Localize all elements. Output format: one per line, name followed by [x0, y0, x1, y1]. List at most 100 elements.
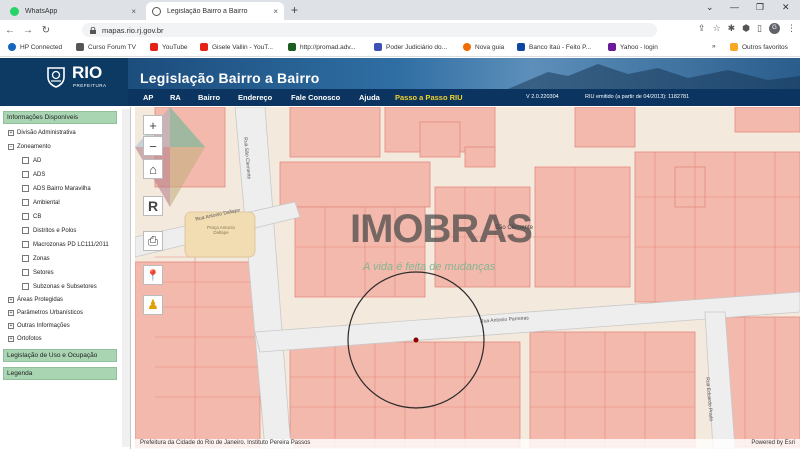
checkbox[interactable] [22, 213, 29, 220]
layer-checkbox-item[interactable]: Macrozonas PD LC111/2011 [22, 241, 109, 248]
layer-checkbox-item[interactable]: Zonas [22, 255, 50, 262]
other-bookmarks[interactable]: Outros favoritos [730, 43, 788, 51]
map-view[interactable]: IMOBRAS A vida é feita de mudanças Rua S… [135, 107, 800, 449]
menu-ajuda[interactable]: Ajuda [359, 93, 380, 102]
tree-item[interactable]: − Zoneamento [8, 144, 51, 150]
version-label: V 2.0.220304 [526, 94, 559, 100]
expand-icon[interactable]: + [8, 130, 14, 136]
menu-passo-a-passo[interactable]: Passo a Passo RIU [395, 93, 463, 102]
sidebar-scrollbar[interactable] [122, 109, 130, 447]
navigation-bar: ← → ↻ mapas.rio.rj.gov.br ⇪ ☆ ✱ ⬢ ▯ G ⋮ [0, 20, 800, 40]
checkbox[interactable] [22, 269, 29, 276]
checkbox[interactable] [22, 185, 29, 192]
tree-item[interactable]: + Ortofotos [8, 336, 42, 342]
panel-informacoes[interactable]: Informações Disponíveis [3, 111, 117, 124]
menu-bairro[interactable]: Bairro [198, 93, 220, 102]
toolbar-icons: ⇪ ☆ ✱ ⬢ ▯ G ⋮ [698, 23, 796, 34]
r-tool-button[interactable]: R [143, 196, 163, 216]
checkbox[interactable] [22, 157, 29, 164]
star-icon[interactable]: ☆ [713, 23, 721, 34]
map-attribution: Prefeitura da Cidade do Rio de Janeiro. … [135, 439, 800, 449]
plaza-label: Praça Antonio Dallape [206, 225, 236, 235]
globe-icon [152, 6, 161, 16]
bookmark-item[interactable]: Gisele Vallin - YouT... [200, 43, 273, 51]
share-icon[interactable]: ⇪ [698, 23, 706, 34]
judiciary-icon [374, 43, 382, 51]
tab-whatsapp[interactable]: WhatsApp × [4, 2, 142, 20]
collapse-icon[interactable]: − [8, 144, 14, 150]
panel-legislacao[interactable]: Legislação de Uso e Ocupação [3, 349, 117, 362]
tree-item[interactable]: + Outras Informações [8, 323, 70, 329]
maximize-button[interactable]: ❐ [756, 2, 764, 13]
more-bookmarks-button[interactable]: » [712, 43, 716, 50]
tab-search-icon[interactable]: ⌄ [706, 2, 714, 13]
profile-avatar[interactable]: G [769, 23, 780, 34]
layer-checkbox-item[interactable]: AD [22, 157, 41, 164]
bookmark-item[interactable]: YouTube [150, 43, 188, 51]
close-window-button[interactable]: ✕ [782, 2, 790, 13]
bookmark-item[interactable]: HP Connected [8, 43, 62, 51]
street-view-person-icon[interactable]: ♟ [143, 295, 163, 315]
home-button[interactable]: ⌂ [143, 159, 163, 179]
riu-info: RIU emitido (a partir de 04/2013): 11827… [585, 94, 690, 100]
menu-endereco[interactable]: Endereço [238, 93, 272, 102]
bookmark-item[interactable]: Poder Judiciário do... [374, 43, 447, 51]
menu-dots-icon[interactable]: ⋮ [787, 23, 796, 34]
bookmark-item[interactable]: http://promad.adv... [288, 43, 356, 51]
bookmark-item[interactable]: Nova guia [463, 43, 504, 51]
panel-legenda[interactable]: Legenda [3, 367, 117, 380]
back-button[interactable]: ← [2, 25, 18, 36]
layer-checkbox-item[interactable]: Subzonas e Subsetores [22, 283, 97, 290]
attribution-left: Prefeitura da Cidade do Rio de Janeiro. … [140, 440, 311, 446]
tree-item[interactable]: + Divisão Administrativa [8, 130, 76, 136]
bookmark-item[interactable]: Curso Forum TV [76, 43, 136, 51]
sidepanel-icon[interactable]: ▯ [757, 23, 762, 34]
print-button[interactable]: ⎙ [143, 231, 163, 251]
attribution-right: Powered by Esri [751, 440, 795, 446]
tab-title: Legislação Bairro a Bairro [167, 7, 248, 15]
tree-item[interactable]: + Áreas Protegidas [8, 297, 63, 303]
puzzle-icon[interactable]: ⬢ [742, 23, 750, 34]
bookmark-item[interactable]: Yahoo - login [608, 43, 658, 51]
expand-icon[interactable]: + [8, 336, 14, 342]
bookmark-item[interactable]: Banco Itaú - Feito P... [517, 43, 591, 51]
close-tab-icon[interactable]: × [273, 7, 278, 16]
whatsapp-icon [10, 6, 19, 16]
zoom-in-button[interactable]: + [143, 115, 163, 135]
reload-button[interactable]: ↻ [38, 25, 54, 36]
url-text: mapas.rio.rj.gov.br [102, 25, 164, 35]
checkbox[interactable] [22, 199, 29, 206]
google-maps-pin-icon[interactable]: 📍 [143, 265, 163, 285]
map-canvas [135, 107, 800, 449]
lock-icon [90, 26, 96, 34]
checkbox[interactable] [22, 171, 29, 178]
menu-ra[interactable]: RA [170, 93, 181, 102]
close-tab-icon[interactable]: × [131, 7, 136, 16]
new-tab-button[interactable]: + [291, 3, 298, 17]
zoom-out-button[interactable]: − [143, 136, 163, 156]
menu-fale-conosco[interactable]: Fale Conosco [291, 93, 340, 102]
tab-legislacao[interactable]: Legislação Bairro a Bairro × [146, 2, 284, 20]
layer-checkbox-item[interactable]: ADS [22, 171, 45, 178]
layer-checkbox-item[interactable]: Ambiental [22, 199, 60, 206]
site-header: RIO PREFEITURA Legislação Bairro a Bairr… [0, 58, 800, 106]
layer-checkbox-item[interactable]: ADS Bairro Maravilha [22, 185, 91, 192]
menu-ap[interactable]: AP [143, 93, 153, 102]
tree-item[interactable]: + Parâmetros Urbanísticos [8, 310, 83, 316]
forward-button[interactable]: → [20, 25, 36, 36]
extension-icon[interactable]: ✱ [728, 23, 736, 34]
rio-logo[interactable]: RIO PREFEITURA [40, 63, 106, 93]
expand-icon[interactable]: + [8, 310, 14, 316]
expand-icon[interactable]: + [8, 323, 14, 329]
checkbox[interactable] [22, 255, 29, 262]
site-menu: AP RA Bairro Endereço Fale Conosco Ajuda… [128, 89, 800, 106]
layer-checkbox-item[interactable]: CB [22, 213, 41, 220]
checkbox[interactable] [22, 283, 29, 290]
expand-icon[interactable]: + [8, 297, 14, 303]
checkbox[interactable] [22, 227, 29, 234]
checkbox[interactable] [22, 241, 29, 248]
address-bar[interactable]: mapas.rio.rj.gov.br [82, 23, 657, 37]
minimize-button[interactable]: — [730, 2, 739, 12]
layer-checkbox-item[interactable]: Distritos e Polos [22, 227, 76, 234]
layer-checkbox-item[interactable]: Setores [22, 269, 54, 276]
